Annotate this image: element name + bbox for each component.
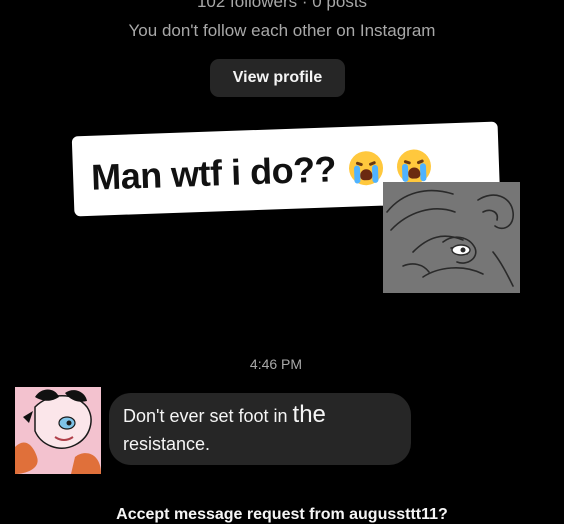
avatar[interactable] xyxy=(15,387,101,474)
follow-status: You don't follow each other on Instagram xyxy=(128,21,436,40)
message-text-part: resistance xyxy=(123,434,206,454)
view-profile-button[interactable]: View profile xyxy=(210,59,345,97)
caption-text: Man wtf i do?? xyxy=(90,145,432,199)
sketch-drawing xyxy=(386,189,514,287)
timestamp: 4:46 PM xyxy=(249,356,303,372)
accept-request-prompt: Accept message request from augussttt11? xyxy=(116,506,448,523)
caption-label: Man wtf i do?? xyxy=(90,148,337,198)
message-text-part: the xyxy=(292,401,326,428)
message-bubble[interactable]: Don't ever set foot in the resistance. xyxy=(109,393,411,465)
message-text: Don't ever set foot in the resistance. xyxy=(123,401,407,458)
loudly-crying-face-icon xyxy=(348,150,385,186)
avatar-artwork xyxy=(15,387,101,474)
message-text-part: . xyxy=(205,434,211,454)
loudly-crying-face-icon xyxy=(396,148,432,185)
sketch-image xyxy=(383,182,520,293)
message-text-part: Don't ever set foot in xyxy=(123,406,293,426)
profile-stats: 102 followers · 0 posts xyxy=(196,0,368,11)
